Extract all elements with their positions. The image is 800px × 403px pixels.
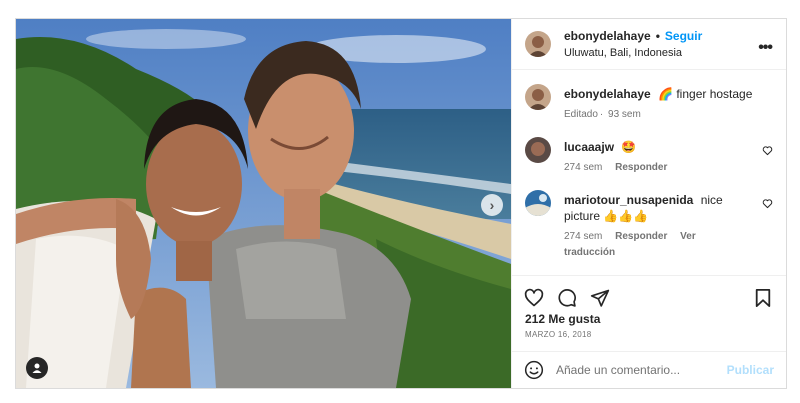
comment-item: mariotour_nusapenida nice picture 👍👍👍 27… — [525, 189, 773, 261]
caption-time[interactable]: 93 sem — [608, 109, 641, 120]
more-options-icon[interactable]: ••• — [758, 39, 773, 57]
like-comment-heart-icon[interactable] — [762, 145, 773, 156]
caption: ebonydelahaye 🌈 finger hostage Editado · … — [525, 83, 773, 123]
avatar-image — [525, 30, 551, 57]
heart-icon[interactable] — [524, 288, 544, 308]
location-link[interactable]: Uluwatu, Bali, Indonesia — [564, 47, 702, 59]
comment-username[interactable]: mariotour_nusapenida — [564, 193, 693, 207]
header-text: ebonydelahaye • Seguir Uluwatu, Bali, In… — [564, 29, 702, 59]
comment-input[interactable] — [556, 362, 727, 377]
post-sidebar: ebonydelahaye • Seguir Uluwatu, Bali, In… — [511, 19, 786, 388]
publish-button[interactable]: Publicar — [727, 363, 774, 377]
comment-item: lucaaajw 🤩 274 sem Responder — [525, 136, 773, 176]
comment-text: 🤩 — [621, 139, 637, 154]
comment-username[interactable]: lucaaajw — [564, 140, 614, 154]
action-bar — [512, 274, 786, 307]
comments-section: ebonydelahaye 🌈 finger hostage Editado · … — [512, 70, 786, 275]
avatar[interactable] — [525, 30, 551, 57]
photo-image — [16, 19, 511, 388]
reply-button[interactable]: Responder — [615, 231, 667, 242]
avatar[interactable] — [525, 83, 551, 110]
header-username[interactable]: ebonydelahaye — [564, 29, 651, 43]
avatar-image — [525, 83, 551, 110]
comment-time[interactable]: 274 sem — [564, 231, 602, 242]
comment-icon[interactable] — [557, 288, 577, 308]
reply-button[interactable]: Responder — [615, 162, 667, 173]
add-comment-bar: Publicar — [512, 350, 786, 388]
avatar-image — [525, 136, 551, 163]
next-photo-button[interactable]: › — [481, 194, 503, 216]
edited-label: Editado — [564, 108, 598, 120]
emoji-icon[interactable] — [524, 360, 544, 380]
chevron-right-icon: › — [489, 197, 495, 213]
post-photo[interactable]: › — [16, 19, 511, 388]
separator-dot: • — [655, 28, 660, 43]
like-comment-heart-icon[interactable] — [762, 198, 773, 209]
bookmark-icon[interactable] — [754, 288, 772, 308]
tagged-users-button[interactable] — [26, 357, 48, 379]
post-header: ebonydelahaye • Seguir Uluwatu, Bali, In… — [512, 19, 786, 70]
avatar[interactable] — [525, 189, 551, 216]
avatar-image — [525, 189, 551, 216]
comment-time[interactable]: 274 sem — [564, 162, 602, 173]
user-icon — [32, 363, 42, 373]
instagram-post: › ebonydelahaye • Seguir Uluwatu, Bali, … — [15, 18, 787, 389]
rainbow-emoji: 🌈 — [658, 86, 673, 101]
caption-text: finger hostage — [676, 86, 753, 101]
avatar[interactable] — [525, 136, 551, 163]
caption-username[interactable]: ebonydelahaye — [564, 87, 651, 101]
likes-count[interactable]: 212 Me gusta — [512, 302, 786, 326]
follow-button[interactable]: Seguir — [665, 29, 702, 43]
share-icon[interactable] — [590, 288, 610, 308]
post-date: MARZO 16, 2018 — [525, 329, 592, 339]
